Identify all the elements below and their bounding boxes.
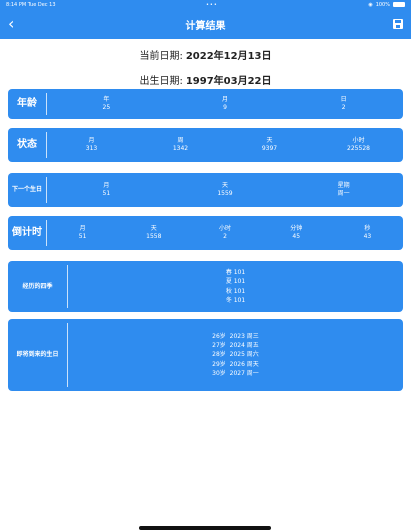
age-year: 年 25	[47, 96, 166, 112]
current-date: 当前日期: 2022年12月13日	[0, 47, 411, 62]
next-birthday-months-header: 月	[103, 181, 110, 189]
countdown-values: 月 51 天 1558 小时 2 分钟 45 秒 43	[47, 216, 403, 250]
next-birthday-weekday-value: 周一	[337, 190, 350, 197]
status-days-value: 9397	[261, 145, 278, 152]
season-spring: 春 101	[225, 268, 246, 276]
countdown-hours-header: 小时	[219, 224, 232, 232]
current-date-value: 2022年12月13日	[185, 51, 272, 62]
countdown-minutes: 分钟 45	[261, 225, 332, 241]
status-values: 月 313 周 1342 天 9397 小时 225528	[47, 128, 403, 162]
countdown-days-header: 天	[150, 224, 157, 232]
birth-date: 出生日期: 1997年03月22日	[0, 72, 411, 87]
countdown-days-value: 1558	[146, 233, 162, 240]
status-card: 状态 月 313 周 1342 天 9397 小时 225528	[8, 128, 403, 162]
countdown-seconds-value: 43	[363, 233, 372, 240]
age-month-header: 月	[222, 95, 229, 103]
seasons-list: 春 101 夏 101 秋 101 冬 101	[68, 261, 403, 312]
upcoming-item: 30岁 2027 周一	[212, 369, 259, 377]
status-months-header: 月	[88, 136, 95, 144]
age-values: 年 25 月9 日2	[47, 89, 403, 119]
status-hours-value: 225528	[347, 145, 370, 152]
next-birthday-days-value: 1559	[217, 190, 233, 197]
upcoming-birthdays-card: 即将到来 的生日 26岁 2023 周三 27岁 2024 周五 28岁 202…	[8, 319, 403, 391]
status-time: 8:14 PM	[6, 1, 27, 8]
birth-date-label: 出生日期:	[139, 76, 183, 87]
next-birthday-days: 天 1559	[166, 182, 285, 198]
countdown-days: 天 1558	[118, 225, 189, 241]
birth-date-value: 1997年03月22日	[185, 76, 272, 87]
countdown-hours: 小时 2	[189, 225, 260, 241]
status-date: Tue Dec 13	[27, 1, 56, 8]
next-birthday-label: 下一个 生日	[8, 177, 47, 203]
next-birthday-weekday: 星期 周一	[284, 182, 403, 198]
countdown-seconds-header: 秒	[364, 224, 371, 232]
battery-icon	[392, 2, 405, 7]
page-title: 计算结果	[185, 20, 226, 32]
season-autumn: 秋 101	[225, 287, 246, 295]
age-month-value: 9	[223, 104, 227, 111]
next-birthday-months: 月 51	[47, 182, 166, 198]
next-birthday-weekday-header: 星期	[337, 181, 350, 189]
age-label: 年龄	[8, 93, 47, 115]
battery-percent: 100%	[375, 1, 390, 8]
status-months-value: 313	[85, 145, 98, 152]
next-birthday-label-line1: 下一个	[11, 186, 30, 194]
season-summer: 夏 101	[225, 278, 246, 286]
status-days: 天 9397	[225, 137, 314, 153]
age-year-value: 25	[102, 104, 111, 111]
status-label: 状态	[8, 132, 47, 158]
upcoming-item: 26岁 2023 周三	[212, 332, 259, 340]
countdown-minutes-value: 45	[292, 233, 301, 240]
upcoming-list: 26岁 2023 周三 27岁 2024 周五 28岁 2025 周六 29岁 …	[68, 319, 403, 391]
status-weeks-header: 周	[177, 136, 184, 144]
upcoming-item: 27岁 2024 周五	[212, 342, 259, 350]
season-winter: 冬 101	[225, 296, 246, 304]
countdown-label: 倒计时	[8, 220, 47, 246]
upcoming-label-line2: 的生日	[40, 351, 59, 359]
upcoming-label: 即将到来 的生日	[8, 323, 68, 387]
nav-bar: ‹ 计算结果	[0, 9, 411, 39]
save-icon[interactable]	[393, 19, 403, 29]
age-year-header: 年	[103, 95, 110, 103]
countdown-hours-value: 2	[223, 233, 227, 240]
upcoming-item: 29岁 2026 周天	[212, 360, 259, 368]
age-month: 月9	[166, 96, 285, 112]
upcoming-item: 28岁 2025 周六	[212, 351, 259, 359]
seasons-card: 经历的四季 春 101 夏 101 秋 101 冬 101	[8, 261, 403, 312]
seasons-label: 经历的四季	[8, 265, 68, 308]
back-icon[interactable]: ‹	[8, 16, 26, 32]
status-hours-header: 小时	[352, 136, 365, 144]
next-birthday-card: 下一个 生日 月 51 天 1559 星期 周一	[8, 173, 403, 207]
next-birthday-label-line2: 生日	[30, 186, 43, 194]
age-day-header: 日	[340, 95, 347, 103]
age-day-value: 2	[341, 104, 346, 111]
current-date-label: 当前日期:	[139, 51, 183, 62]
countdown-months: 月 51	[47, 225, 118, 241]
countdown-minutes-header: 分钟	[290, 224, 303, 232]
countdown-seconds: 秒 43	[332, 225, 403, 241]
countdown-card: 倒计时 月 51 天 1558 小时 2 分钟 45 秒 43	[8, 216, 403, 250]
status-weeks: 周 1342	[136, 137, 225, 153]
status-right: ◉ 100%	[368, 2, 405, 8]
age-day: 日2	[284, 96, 403, 112]
status-days-header: 天	[266, 136, 273, 144]
age-card: 年龄 年 25 月9 日2	[8, 89, 403, 119]
countdown-months-header: 月	[79, 224, 86, 232]
next-birthday-months-value: 51	[102, 190, 111, 197]
status-hours: 小时 225528	[314, 137, 403, 153]
countdown-months-value: 51	[78, 233, 87, 240]
next-birthday-values: 月 51 天 1559 星期 周一	[47, 173, 403, 207]
wifi-icon: ◉	[368, 1, 373, 8]
status-weeks-value: 1342	[172, 145, 189, 152]
upcoming-label-line1: 即将到来	[16, 351, 41, 359]
status-months: 月 313	[47, 137, 136, 153]
status-bar: 8:14 PM Tue Dec 13 ••• ◉ 100%	[0, 0, 411, 9]
multitask-dots[interactable]: •••	[206, 2, 218, 8]
status-time-date: 8:14 PM Tue Dec 13	[6, 2, 56, 8]
home-indicator[interactable]	[139, 526, 271, 530]
next-birthday-days-header: 天	[222, 181, 229, 189]
